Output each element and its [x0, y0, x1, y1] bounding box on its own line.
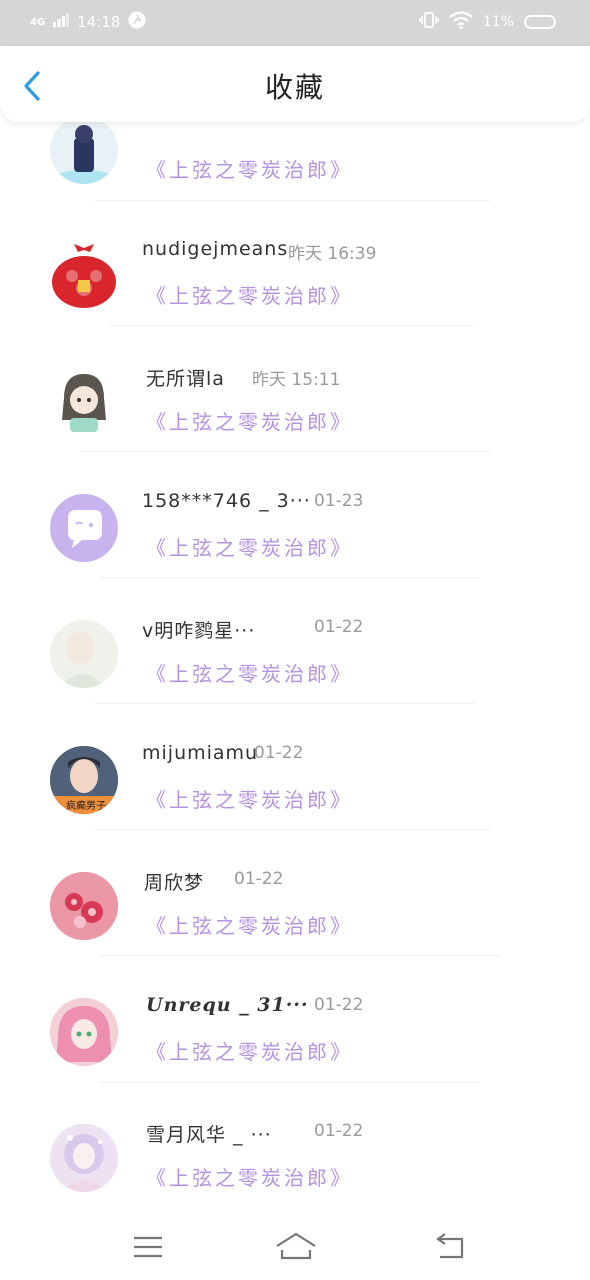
menu-button[interactable]: [128, 1230, 168, 1264]
item-header: Unrequ _ 31··· 01-22: [142, 994, 562, 1022]
item-subtitle: 《上弦之零炭治郎》: [146, 1166, 353, 1190]
item-name: 周欣梦: [144, 872, 205, 894]
item-subtitle: 《上弦之零炭治郎》: [146, 1040, 353, 1064]
item-time: 01-23: [314, 491, 364, 511]
list-item[interactable]: 无所谓la 昨天 15:11 《上弦之零炭治郎》: [0, 326, 590, 452]
item-name: nudigejmeans: [142, 238, 289, 260]
item-subtitle: 《上弦之零炭治郎》: [146, 788, 353, 812]
header-bar: 收藏: [0, 46, 590, 122]
item-name: 158***746 _ 3···: [142, 490, 311, 512]
status-right: 11%: [419, 11, 556, 33]
item-subtitle: 《上弦之零炭治郎》: [146, 914, 353, 938]
item-name: v明咋鹨星···: [142, 620, 256, 642]
list-item[interactable]: v明咋鹨星··· 01-22 《上弦之零炭治郎》: [0, 578, 590, 704]
avatar: [50, 494, 118, 562]
avatar: [50, 242, 118, 310]
avatar: [50, 116, 118, 184]
back-arrow-icon: [436, 1233, 464, 1259]
favorites-list[interactable]: 《上弦之零炭治郎》 nudigejmeans 昨天 16:39 《上弦之零炭治郎…: [0, 96, 590, 1210]
list-item[interactable]: 疯癫男子 mijumiamu 01-22 《上弦之零炭治郎》: [0, 704, 590, 830]
status-bar: 4G 14:18 11%: [0, 0, 590, 46]
home-icon: [276, 1232, 316, 1260]
item-time: 01-22: [314, 1121, 364, 1141]
item-header: mijumiamu 01-22: [142, 742, 562, 770]
item-name: 无所谓la: [146, 368, 225, 390]
item-subtitle: 《上弦之零炭治郎》: [146, 284, 353, 308]
wifi-icon: [449, 11, 473, 33]
item-time: 01-22: [234, 869, 284, 889]
home-button[interactable]: [274, 1230, 318, 1264]
avatar: [50, 368, 118, 436]
app-notification-icon: [128, 11, 146, 33]
divider: [100, 1082, 480, 1083]
item-header: 雪月风华 _ ··· 01-22: [142, 1120, 562, 1148]
list-item[interactable]: nudigejmeans 昨天 16:39 《上弦之零炭治郎》: [0, 200, 590, 326]
avatar: [50, 998, 118, 1066]
list-item[interactable]: 周欣梦 01-22 《上弦之零炭治郎》: [0, 830, 590, 956]
item-subtitle: 《上弦之零炭治郎》: [146, 410, 353, 434]
system-back-button[interactable]: [430, 1230, 470, 1264]
avatar: [50, 1124, 118, 1192]
item-name: Unrequ _ 31···: [146, 994, 309, 1016]
item-header: 158***746 _ 3··· 01-23: [142, 490, 562, 518]
item-subtitle: 《上弦之零炭治郎》: [146, 662, 353, 686]
menu-icon: [134, 1236, 162, 1258]
network-indicator: 4G: [30, 16, 46, 28]
item-time: 01-22: [314, 995, 364, 1015]
signal-icon: [53, 13, 70, 31]
item-time: 01-22: [314, 617, 364, 637]
page-title: 收藏: [264, 71, 325, 104]
item-name: 雪月风华 _ ···: [146, 1124, 272, 1146]
vibrate-icon: [419, 11, 439, 33]
list-item[interactable]: 雪月风华 _ ··· 01-22 《上弦之零炭治郎》: [0, 1084, 590, 1210]
list-item[interactable]: Unrequ _ 31··· 01-22 《上弦之零炭治郎》: [0, 956, 590, 1083]
item-header: nudigejmeans 昨天 16:39: [142, 238, 562, 266]
status-left: 4G 14:18: [30, 11, 146, 33]
system-nav-bar: [0, 1212, 590, 1280]
avatar: 疯癫男子: [50, 746, 118, 814]
list-item[interactable]: 158***746 _ 3··· 01-23 《上弦之零炭治郎》: [0, 452, 590, 578]
item-name: mijumiamu: [142, 742, 259, 764]
item-time: 昨天 15:11: [252, 370, 341, 390]
item-header: 周欣梦 01-22: [142, 868, 562, 896]
item-subtitle: 《上弦之零炭治郎》: [146, 158, 353, 182]
status-time: 14:18: [77, 13, 121, 31]
item-header: v明咋鹨星··· 01-22: [142, 616, 562, 644]
avatar-caption: 疯癫男子: [66, 801, 106, 812]
battery-icon: [524, 15, 556, 29]
item-time: 01-22: [254, 743, 304, 763]
item-time: 昨天 16:39: [288, 244, 377, 264]
avatar: [50, 872, 118, 940]
avatar: [50, 620, 118, 688]
battery-percent: 11%: [482, 14, 514, 30]
item-header: 无所谓la 昨天 15:11: [142, 364, 562, 392]
item-subtitle: 《上弦之零炭治郎》: [146, 536, 353, 560]
